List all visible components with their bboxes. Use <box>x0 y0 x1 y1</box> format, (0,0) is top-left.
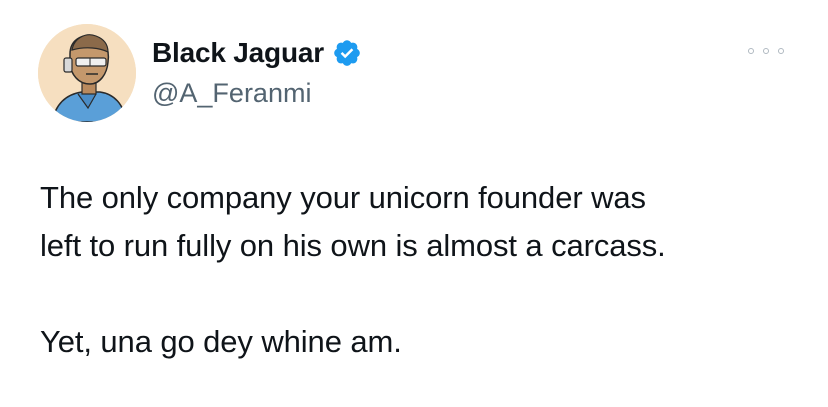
author-handle[interactable]: @A_Feranmi <box>152 76 311 110</box>
more-horizontal-icon <box>778 48 784 54</box>
tweet-text: The only company your unicorn founder wa… <box>40 174 800 366</box>
verified-badge-icon <box>332 38 362 68</box>
tweet-text-line: left to run fully on his own is almost a… <box>40 228 666 263</box>
tweet-card: Black Jaguar @A_Feranmi The only company… <box>0 0 828 407</box>
tweet-text-line: Yet, una go dey whine am. <box>40 324 402 359</box>
author-name-row: Black Jaguar <box>152 36 362 70</box>
author-display-name[interactable]: Black Jaguar <box>152 36 324 70</box>
avatar-illustration-icon <box>38 24 136 122</box>
more-horizontal-icon <box>748 48 754 54</box>
more-horizontal-icon <box>763 48 769 54</box>
more-options-button[interactable] <box>748 44 784 58</box>
avatar[interactable] <box>38 24 136 122</box>
tweet-text-line: The only company your unicorn founder wa… <box>40 180 646 215</box>
